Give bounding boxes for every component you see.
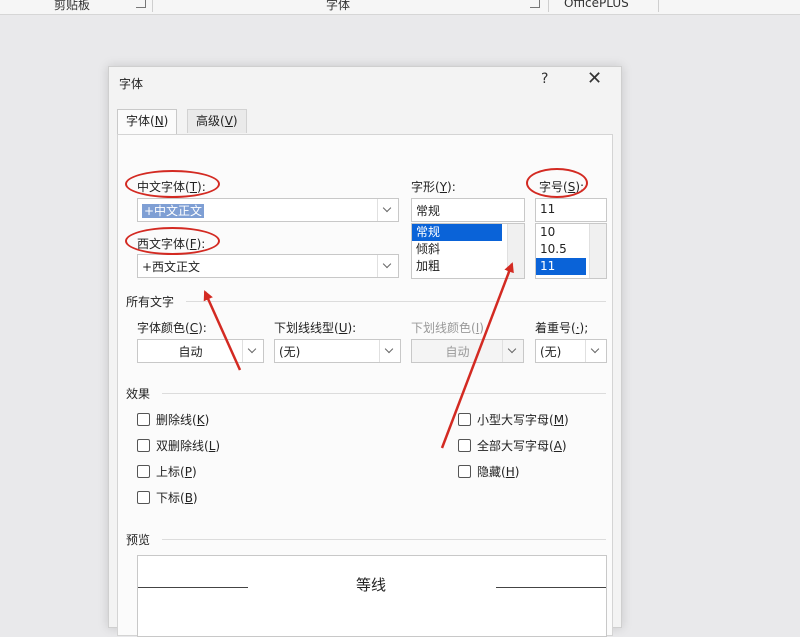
checkbox-box[interactable] [137,413,150,426]
section-divider [162,539,606,540]
chevron-down-icon[interactable] [242,340,263,362]
chevron-down-icon[interactable] [377,199,398,221]
small-caps-checkbox[interactable]: 小型大写字母(M) [458,411,569,428]
font-size-scrollbar[interactable] [589,224,606,278]
font-dialog: 字体 ? ✕ 字体(N) 高级(V) 中文字体(T): +中文正文 西文字体(F… [108,66,622,637]
effects-section-title: 效果 [126,387,151,401]
tab-font[interactable]: 字体(N) [117,109,178,135]
all-caps-checkbox[interactable]: 全部大写字母(A) [458,437,567,454]
font-color-select[interactable]: 自动 [137,339,264,363]
chinese-font-select[interactable]: +中文正文 [137,198,399,222]
preview-baseline [496,587,606,588]
emphasis-label: 着重号(·); [535,321,589,335]
chinese-font-value: +中文正文 [142,204,205,218]
underline-color-select[interactable]: 自动 [411,339,524,363]
preview-text: 等线 [356,576,387,594]
tab-advanced[interactable]: 高级(V) [187,109,247,133]
dialog-title: 字体 [119,77,144,91]
preview-baseline [138,587,248,588]
checkbox-box[interactable] [137,491,150,504]
underline-type-select[interactable]: (无) [274,339,401,363]
section-divider [162,393,606,394]
western-font-value: +西文正文 [142,260,201,274]
chevron-down-icon[interactable] [379,340,400,362]
superscript-checkbox[interactable]: 上标(P) [137,463,197,480]
font-style-label: 字形(Y): [411,180,456,194]
chevron-down-icon[interactable] [377,255,398,277]
emphasis-select[interactable]: (无) [535,339,607,363]
ribbon-group-font: 字体 [326,0,351,12]
western-font-select[interactable]: +西文正文 [137,254,399,278]
ribbon-separator [548,0,549,12]
highlight-ellipse [125,227,220,255]
font-size-list[interactable]: 10 10.5 11 [535,223,607,279]
ribbon-strip: 剪贴板 字体 OfficePLUS [0,0,800,15]
ribbon-group-officeplus: OfficePLUS [564,0,629,10]
font-style-list[interactable]: 常规 倾斜 加粗 [411,223,525,279]
font-size-option[interactable]: 11 [536,258,586,275]
checkbox-box[interactable] [137,439,150,452]
preview-box: 等线 [137,555,607,637]
highlight-ellipse [526,168,588,198]
chevron-down-icon[interactable] [585,340,606,362]
checkbox-box[interactable] [458,465,471,478]
clipboard-launcher-icon[interactable] [136,0,146,8]
preview-section-title: 预览 [126,533,151,547]
font-size-input[interactable]: 11 [535,198,607,222]
font-style-scrollbar[interactable] [507,224,524,278]
all-text-section-title: 所有文字 [126,295,175,309]
hidden-checkbox[interactable]: 隐藏(H) [458,463,519,480]
section-divider [186,301,606,302]
ribbon-separator [658,0,659,12]
font-style-input[interactable]: 常规 [411,198,525,222]
ribbon-separator [152,0,153,12]
help-button[interactable]: ? [541,71,548,87]
strikethrough-checkbox[interactable]: 删除线(K) [137,411,209,428]
double-strikethrough-checkbox[interactable]: 双删除线(L) [137,437,220,454]
font-launcher-icon[interactable] [530,0,540,8]
font-color-label: 字体颜色(C): [137,321,207,335]
close-button[interactable]: ✕ [587,68,602,89]
underline-color-label: 下划线颜色(I) [411,321,484,335]
underline-type-label: 下划线线型(U): [274,321,357,335]
highlight-ellipse [125,170,220,198]
subscript-checkbox[interactable]: 下标(B) [137,489,198,506]
chevron-down-icon[interactable] [502,340,523,362]
ribbon-group-clipboard: 剪贴板 [54,0,91,12]
font-style-option[interactable]: 常规 [412,224,502,241]
checkbox-box[interactable] [458,413,471,426]
checkbox-box[interactable] [458,439,471,452]
checkbox-box[interactable] [137,465,150,478]
